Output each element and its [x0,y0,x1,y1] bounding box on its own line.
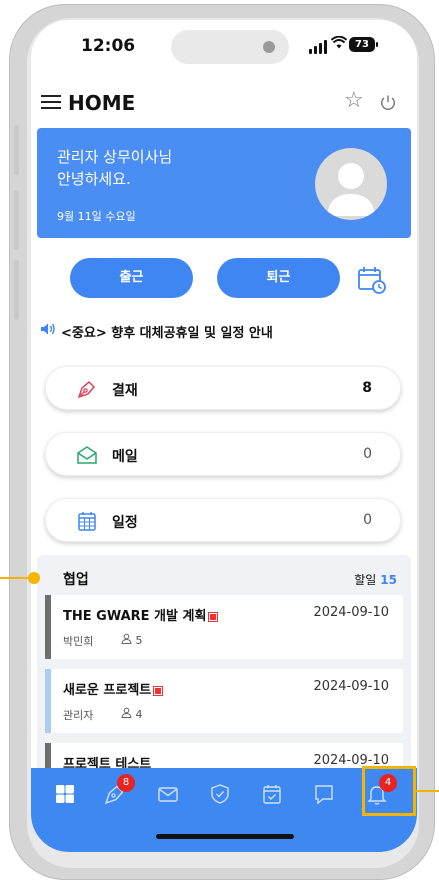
home-indicator [156,834,294,839]
project-name: THE GWARE 개발 계획 [63,609,207,624]
greeting-line2: 안녕하세요. [57,170,131,188]
menu-icon[interactable] [41,95,63,111]
page-title: HOME [68,91,136,115]
calendar-clock-icon[interactable] [357,265,387,295]
calendar-check-icon[interactable] [260,782,284,806]
tab-approval[interactable]: 8 [103,774,135,806]
project-owner: 박민희 [63,635,94,648]
status-bar: 12:06 73 [31,20,417,78]
new-icon [153,685,164,696]
wifi-icon [330,35,348,53]
annotation-dot-collab [28,572,40,584]
clock-out-button[interactable]: 퇴근 [217,258,340,298]
signal-icon [309,40,327,54]
speaker-icon [41,323,55,335]
todo-label: 할일 [354,573,377,587]
card-label: 메일 [112,449,138,465]
today-date: 9월 11일 수요일 [57,210,136,223]
project-row[interactable]: THE GWARE 개발 계획 2024-09-10 박민희 5 [45,595,403,659]
project-member-count: 5 [135,634,143,647]
card-count: 0 [363,512,372,528]
card-mail[interactable]: 메일 0 [45,432,401,476]
pen-nib-icon [77,380,96,399]
person-icon [121,707,132,718]
power-icon[interactable] [379,94,397,112]
shield-icon[interactable] [208,782,232,806]
user-silhouette-icon [327,163,375,216]
annotation-line-bell [416,790,439,792]
side-button-volume-up [14,190,19,250]
project-color-bar [45,669,51,733]
project-row[interactable]: 새로운 프로젝트 2024-09-10 관리자 4 [45,669,403,733]
card-count: 0 [363,446,372,462]
project-date: 2024-09-10 [313,605,389,620]
project-name: 새로운 프로젝트 [63,683,152,698]
mail-open-icon [77,446,97,464]
project-color-bar [45,595,51,659]
todo-summary[interactable]: 할일 15 [354,571,397,588]
project-members: 4 [121,707,143,721]
card-count: 8 [362,380,372,396]
project-owner: 관리자 [63,709,94,722]
battery-icon: 73 [349,37,378,52]
card-label: 결재 [112,383,138,399]
chat-icon[interactable] [312,782,336,806]
app-header: HOME ☆ [31,86,417,126]
todo-count: 15 [380,573,397,587]
project-member-count: 4 [135,708,143,721]
side-button-mute [14,125,19,175]
status-time: 12:06 [81,36,136,56]
project-name-wrap: 새로운 프로젝트 [63,679,164,698]
calendar-icon [78,512,96,531]
camera-icon [263,41,275,53]
grid-icon[interactable] [53,782,77,806]
clock-in-button[interactable]: 출근 [70,258,193,298]
approval-badge: 8 [117,774,135,792]
annotation-highlight-bell [362,766,416,816]
collab-title: 협업 [63,572,89,588]
notice-text[interactable]: <중요> 향후 대체공휴일 및 일정 안내 [61,322,273,341]
side-button-volume-down [14,260,19,320]
card-schedule[interactable]: 일정 0 [45,498,401,542]
stage: 12:06 73 HOME ☆ 관리자 상무이사님 안녕하세요. 9월 11일 … [0,0,439,885]
bottom-tab-bar: 8 4 [31,768,417,852]
greeting-line1: 관리자 상무이사님 [57,148,173,166]
project-date: 2024-09-10 [313,679,389,694]
mail-icon[interactable] [156,782,180,806]
new-icon [208,611,219,622]
card-approval[interactable]: 결재 8 [45,366,401,410]
welcome-banner: 관리자 상무이사님 안녕하세요. 9월 11일 수요일 [37,128,411,238]
avatar[interactable] [315,148,387,220]
project-name-wrap: THE GWARE 개발 계획 [63,605,219,624]
project-members: 5 [121,633,143,647]
phone-screen: 12:06 73 HOME ☆ 관리자 상무이사님 안녕하세요. 9월 11일 … [31,20,417,852]
star-icon[interactable]: ☆ [344,88,364,113]
card-label: 일정 [112,515,138,531]
dynamic-island [171,30,289,64]
person-icon [121,633,132,644]
